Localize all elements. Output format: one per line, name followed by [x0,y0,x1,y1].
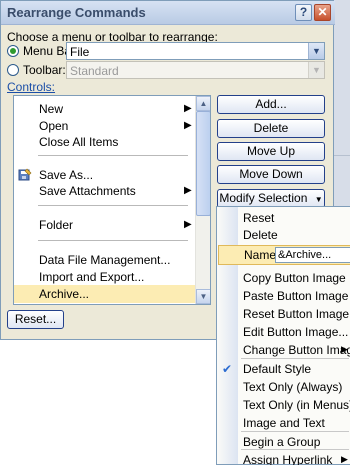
toolbar-radio[interactable] [7,64,19,76]
list-item[interactable]: Close All Items [14,133,195,151]
menu-item-label: Default Style [243,362,312,376]
menu-bar-select[interactable]: File ▼ [66,42,325,60]
menu-item-label: Reset Button Image [243,307,350,321]
list-item[interactable]: Archive... [14,285,195,303]
menu-item-paste-button-image[interactable]: Paste Button Image [217,287,350,305]
menu-bar-radio[interactable] [7,45,19,57]
move-down-button[interactable]: Move Down [217,165,325,184]
save-as-icon [18,168,32,181]
submenu-arrow-icon: ▶ [184,219,192,230]
list-item[interactable]: Import and Export... [14,268,195,286]
dialog-title: Rearrange Commands [7,5,146,20]
menu-item-image-and-text[interactable]: Image and Text [217,414,350,432]
controls-list[interactable]: New ▶ Open ▶ Close All Items Save As... … [13,95,211,305]
menu-item-label: Text Only (Always) [243,380,343,394]
menu-item-assign-hyperlink[interactable]: Assign Hyperlink ▶ [217,451,350,465]
modify-selection-menu: Reset Delete Name: &Archive... Copy Butt… [216,206,350,465]
menu-item-name: Name: &Archive... [218,245,350,265]
menu-item-text-only-menus[interactable]: Text Only (in Menus) [217,396,350,414]
scroll-down-icon[interactable]: ▼ [196,289,210,304]
list-item-label: Folder [39,218,74,232]
list-item-label: Data File Management... [39,253,171,267]
separator [38,240,188,241]
list-item[interactable]: Save Attachments ▶ [14,182,195,200]
menu-item-label: Image and Text [243,416,325,430]
menu-item-label: Paste Button Image [243,289,349,303]
chevron-down-icon[interactable]: ▼ [308,43,324,59]
menu-item-default-style[interactable]: ✔ Default Style [217,360,350,378]
scroll-thumb[interactable] [196,111,210,216]
separator [241,449,349,450]
separator [241,358,349,359]
close-icon[interactable]: ✕ [314,4,331,21]
submenu-arrow-icon: ▶ [184,103,192,114]
add-button[interactable]: Add... [217,95,325,114]
list-item[interactable]: Data File Management... [14,251,195,269]
toolbar-select[interactable]: Standard ▼ [66,61,325,79]
separator [38,205,188,206]
scroll-up-icon[interactable]: ▲ [196,96,210,111]
name-input[interactable]: &Archive... [275,247,350,263]
list-item[interactable]: Folder ▶ [14,216,195,234]
modify-selection-label: Modify Selection [219,191,308,205]
help-icon[interactable]: ? [295,4,312,21]
toolbar-value: Standard [70,64,119,78]
checkmark-icon: ✔ [222,362,233,376]
menu-item-reset-button-image[interactable]: Reset Button Image [217,305,350,323]
menu-item-change-button-image[interactable]: Change Button Image ▶ [217,341,350,359]
list-item-label: New [39,102,64,116]
name-value: &Archive... [278,249,332,261]
menu-item-label: Text Only (in Menus) [243,398,350,412]
menu-item-label: Begin a Group [243,435,321,449]
menu-item-copy-button-image[interactable]: Copy Button Image [217,269,350,287]
title-bar: Rearrange Commands ? ✕ [1,1,335,25]
menu-item-label: Assign Hyperlink [243,453,333,465]
list-item-label: Open [39,119,69,133]
separator [38,155,188,156]
menu-item-label: Edit Button Image... [243,325,349,339]
list-item-label: Import and Export... [39,270,145,284]
submenu-arrow-icon: ▶ [341,344,348,354]
move-up-button[interactable]: Move Up [217,142,325,161]
list-item-label: Close All Items [39,135,119,149]
menu-item-label: Copy Button Image [243,271,346,285]
chevron-down-icon: ▼ [314,195,323,204]
toolbar-label: Toolbar: [23,63,66,77]
list-item-label: Save As... [39,168,94,182]
menu-item-edit-button-image[interactable]: Edit Button Image... [217,323,350,341]
controls-label: Controls: [7,80,56,94]
list-item-label: Save Attachments [39,184,136,198]
submenu-arrow-icon: ▶ [341,454,348,464]
menu-item-delete[interactable]: Delete [217,226,350,244]
menu-item-label: Reset [243,211,275,225]
menu-item-reset[interactable]: Reset [217,209,350,227]
menu-item-label: Delete [243,228,278,242]
vertical-scrollbar[interactable]: ▲ ▼ [195,96,210,304]
menu-item-label: Change Button Image [243,343,350,357]
list-item[interactable]: New ▶ [14,100,195,118]
list-item-label: Archive... [39,287,90,301]
menu-bar-value: File [70,45,90,59]
submenu-arrow-icon: ▶ [184,120,192,131]
menu-item-text-only-always[interactable]: Text Only (Always) [217,378,350,396]
reset-button[interactable]: Reset... [7,310,64,329]
delete-button[interactable]: Delete [217,119,325,138]
submenu-arrow-icon: ▶ [184,185,192,196]
separator [241,431,349,432]
chevron-down-icon: ▼ [308,62,324,78]
background-divider [334,155,350,156]
